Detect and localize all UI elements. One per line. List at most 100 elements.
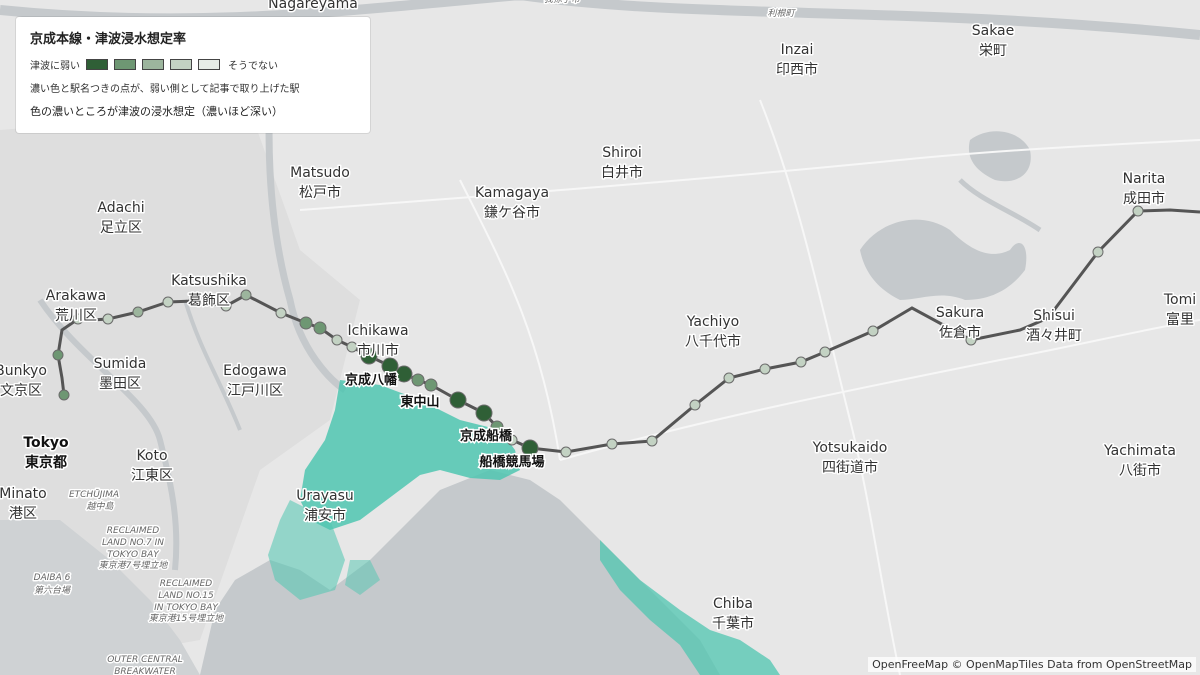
place-label-ja: 富里: [1166, 311, 1194, 328]
place-label-en: Katsushika: [171, 273, 247, 289]
station-marker[interactable]: [819, 346, 831, 358]
small-map-label: 越中島: [86, 501, 114, 512]
station-marker[interactable]: [795, 356, 807, 368]
place-label-ja: 栄町: [979, 43, 1007, 59]
place-label-en: Ichikawa: [347, 323, 408, 339]
small-map-label: 第六台場: [34, 585, 71, 596]
station-marker[interactable]: [606, 438, 618, 450]
place-label-ja: 江東区: [131, 468, 173, 484]
small-map-label: RECLAIMED: [107, 526, 160, 536]
featured-station-label[interactable]: 東中山: [399, 393, 441, 412]
station-marker[interactable]: [381, 357, 399, 375]
place-label-ja: 墨田区: [99, 376, 141, 392]
place-label-en: Edogawa: [223, 363, 287, 379]
place-label-ja: 葛飾区: [188, 293, 230, 309]
station-marker[interactable]: [646, 435, 658, 447]
place-label-en: Yachimata: [1103, 443, 1176, 459]
station-marker[interactable]: [102, 313, 114, 325]
place-label-en: Shiroi: [602, 145, 642, 161]
legend-swatch-3: [142, 59, 164, 70]
place-label-ja: 四街道市: [822, 459, 878, 476]
station-marker[interactable]: [560, 446, 572, 458]
place-label-en: Inzai: [781, 42, 814, 58]
station-marker[interactable]: [162, 296, 174, 308]
featured-station-label[interactable]: 京成船橋: [458, 427, 514, 446]
place-label-en: Shisui: [1033, 308, 1075, 324]
legend-swatch-1: [86, 59, 108, 70]
small-map-label: 利根町: [767, 8, 796, 19]
station-marker[interactable]: [411, 373, 425, 387]
station-marker[interactable]: [313, 321, 327, 335]
small-map-label: LAND NO.7 IN: [102, 538, 164, 548]
featured-station-label[interactable]: 京成八幡: [343, 371, 398, 390]
place-label-ja: 印西市: [776, 61, 818, 78]
station-marker[interactable]: [521, 439, 539, 457]
place-label-ja: 千葉市: [712, 615, 754, 632]
station-marker[interactable]: [346, 341, 358, 353]
place-label-en: Adachi: [97, 200, 144, 216]
station-marker[interactable]: [1092, 246, 1104, 258]
small-map-label: DAIBA 6: [34, 573, 71, 583]
legend-right-label: そうでない: [228, 61, 278, 72]
place-label-en: Urayasu: [296, 488, 354, 504]
place-label-ja: 市川市: [357, 342, 399, 359]
legend-left-label: 津波に弱い: [30, 61, 80, 72]
station-marker[interactable]: [1132, 205, 1144, 217]
station-marker[interactable]: [759, 363, 771, 375]
station-marker[interactable]: [723, 372, 735, 384]
place-label-en: Nagareyama: [268, 0, 358, 12]
station-marker[interactable]: [689, 399, 701, 411]
legend-panel: 京成本線・津波浸水想定率 津波に弱い そうでない 濃い色と駅名つきの点が、弱い側…: [16, 17, 370, 133]
place-label-en: Tomi: [1163, 292, 1196, 308]
place-label-en: Yachiyo: [686, 314, 740, 330]
featured-station-label[interactable]: 船橋競馬場: [478, 453, 546, 472]
place-label-en: Chiba: [713, 596, 753, 612]
station-marker[interactable]: [475, 404, 493, 422]
station-marker[interactable]: [240, 289, 252, 301]
small-map-label: RECLAIMED: [160, 579, 213, 589]
small-map-label: LAND NO.15: [158, 591, 214, 601]
place-label-ja: 浦安市: [304, 507, 346, 524]
station-marker[interactable]: [867, 325, 879, 337]
place-label-en: Koto: [136, 448, 167, 464]
station-marker[interactable]: [299, 316, 313, 330]
place-label-ja: 酒々井町: [1026, 328, 1082, 344]
legend-swatch-5: [198, 59, 220, 70]
place-label-en: Narita: [1123, 171, 1166, 187]
legend-note-stations: 濃い色と駅名つきの点が、弱い側として記事で取り上げた駅: [30, 84, 300, 95]
small-map-label: BREAKWATER: [114, 667, 176, 675]
place-label-ja: 佐倉市: [939, 324, 981, 341]
station-marker[interactable]: [331, 334, 343, 346]
place-label-ja: 荒川区: [55, 308, 97, 324]
place-label-en: Matsudo: [290, 165, 350, 181]
map-attribution[interactable]: OpenFreeMap © OpenMapTiles Data from Ope…: [868, 657, 1196, 672]
place-label-en: Yotsukaido: [812, 440, 888, 456]
place-label-ja: 白井市: [601, 164, 643, 181]
place-label-ja: 文京区: [0, 383, 42, 399]
small-map-label: 東京港15号埋立地: [149, 613, 224, 624]
legend-scale: 津波に弱い そうでない: [30, 57, 356, 72]
legend-swatch-2: [114, 59, 136, 70]
station-marker[interactable]: [52, 349, 64, 361]
place-label-en: Minato: [0, 486, 47, 502]
place-label-ja: 鎌ケ谷市: [484, 204, 540, 221]
station-marker[interactable]: [132, 306, 144, 318]
place-label-ja: 足立区: [100, 220, 142, 236]
legend-swatch-4: [170, 59, 192, 70]
place-label-ja: 松戸市: [299, 184, 341, 201]
place-label-ja: 港区: [9, 506, 37, 522]
place-label-ja: 八街市: [1119, 462, 1161, 479]
place-label-ja: 東京都: [25, 454, 67, 471]
station-marker[interactable]: [395, 365, 413, 383]
place-label-en: Sakae: [972, 23, 1015, 39]
place-label-en: Sakura: [936, 305, 984, 321]
station-marker[interactable]: [424, 378, 438, 392]
small-map-label: 我孫子市: [544, 0, 582, 5]
station-marker[interactable]: [275, 307, 287, 319]
place-label-en: Kamagaya: [475, 185, 549, 201]
small-map-label: TOKYO BAY: [107, 550, 160, 560]
place-label-ja: 江戸川区: [227, 383, 283, 399]
station-marker[interactable]: [58, 389, 70, 401]
place-label-en: Bunkyo: [0, 363, 47, 379]
station-marker[interactable]: [449, 391, 467, 409]
